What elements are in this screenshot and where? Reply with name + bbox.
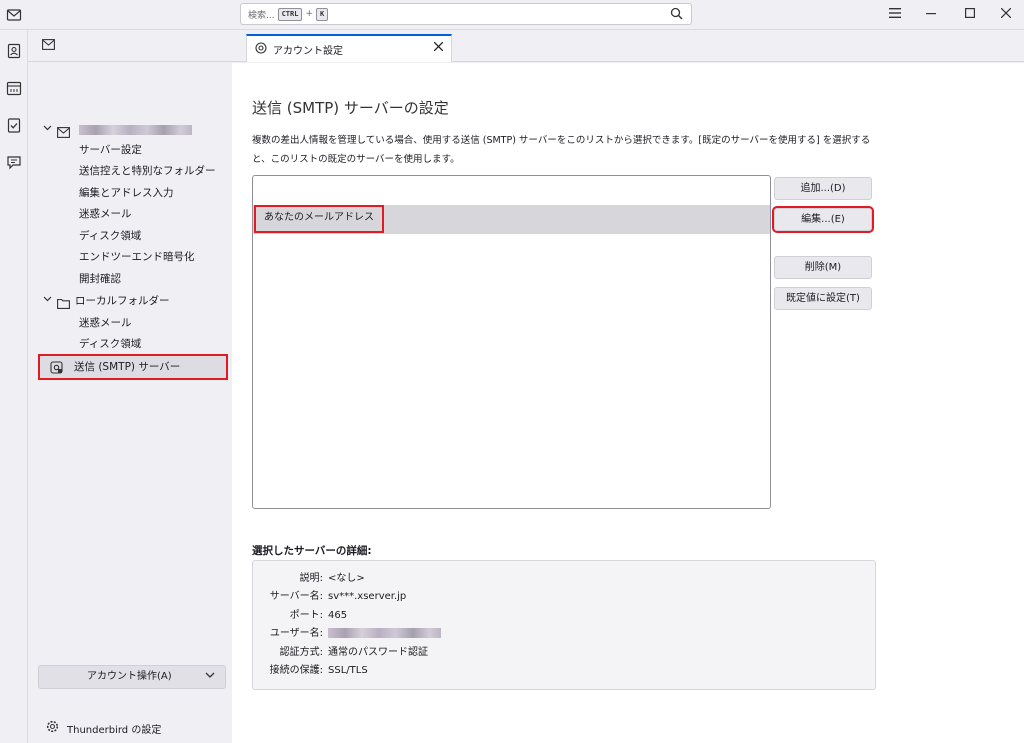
mail-space-icon[interactable] <box>6 7 22 23</box>
server-item-label: あなたのメールアドレス <box>254 205 384 233</box>
server-details-panel: 説明: <なし> サーバー名: sv***.xserver.jp ポート: 46… <box>252 560 876 690</box>
spaces-toolbar <box>0 30 28 743</box>
mail-tab-icon[interactable] <box>42 39 55 53</box>
chat-icon[interactable] <box>6 154 22 170</box>
local-folders-row[interactable]: ローカルフォルダー <box>28 291 232 311</box>
sidebar-item-server-settings[interactable]: サーバー設定 <box>28 140 232 160</box>
detail-label: ユーザー名: <box>269 628 323 639</box>
detail-label: ポート: <box>289 610 323 621</box>
app-menu-icon[interactable] <box>885 5 905 23</box>
shortcut-plus: + <box>305 9 313 19</box>
sidebar-item-return-receipts[interactable]: 開封確認 <box>28 269 232 289</box>
tab-bar: アカウント設定 <box>28 30 1024 62</box>
sidebar-item-composition[interactable]: 編集とアドレス入力 <box>28 183 232 203</box>
details-heading: 選択したサーバーの詳細: <box>252 545 372 557</box>
minimize-icon[interactable] <box>921 5 941 23</box>
account-sidebar: サーバー設定 送信控えと特別なフォルダー 編集とアドレス入力 迷惑メール ディス… <box>28 63 232 743</box>
page-title: 送信 (SMTP) サーバーの設定 <box>252 99 449 117</box>
detail-label: 説明: <box>299 573 323 584</box>
address-book-icon[interactable] <box>6 43 22 59</box>
sidebar-item-copies-folders[interactable]: 送信控えと特別なフォルダー <box>28 161 232 181</box>
close-window-icon[interactable] <box>996 5 1016 23</box>
sidebar-item-local-disk-space[interactable]: ディスク領域 <box>28 334 232 354</box>
username-redacted <box>328 625 441 643</box>
remove-server-button[interactable]: 削除(M) <box>774 256 872 279</box>
shortcut-key-ctrl: CTRL <box>277 7 303 21</box>
add-server-button[interactable]: 追加...(D) <box>774 177 872 200</box>
sidebar-item-e2e-encryption[interactable]: エンドツーエンド暗号化 <box>28 247 232 267</box>
main-panel: 送信 (SMTP) サーバーの設定 複数の差出人情報を管理している場合、使用する… <box>232 63 1024 743</box>
sidebar-item-junk[interactable]: 迷惑メール <box>28 204 232 224</box>
chevron-down-icon[interactable] <box>43 291 52 311</box>
smtp-servers-label: 送信 (SMTP) サーバー <box>74 361 181 373</box>
maximize-icon[interactable] <box>960 5 980 23</box>
account-actions-label: アカウント操作(A) <box>87 671 172 682</box>
list-item[interactable]: あなたのメールアドレス <box>253 205 770 234</box>
sidebar-item-smtp-servers[interactable]: 送信 (SMTP) サーバー <box>38 354 228 380</box>
chevron-down-icon[interactable] <box>43 120 52 140</box>
sidebar-item-disk-space[interactable]: ディスク領域 <box>28 226 232 246</box>
set-default-button[interactable]: 既定値に設定(T) <box>774 287 872 310</box>
tasks-icon[interactable] <box>6 117 22 133</box>
smtp-server-list[interactable]: あなたのメールアドレス <box>252 175 771 509</box>
sidebar-item-local-junk[interactable]: 迷惑メール <box>28 313 232 333</box>
page-description: 複数の差出人情報を管理している場合、使用する送信 (SMTP) サーバーをこのリ… <box>252 135 871 165</box>
outgoing-server-icon <box>50 360 63 382</box>
detail-value: 通常のパスワード認証 <box>328 647 428 658</box>
calendar-icon[interactable] <box>6 80 22 96</box>
tab-account-settings[interactable]: アカウント設定 <box>246 34 452 62</box>
search-icon[interactable] <box>670 7 683 23</box>
account-name-redacted <box>79 125 192 135</box>
detail-label: サーバー名: <box>269 591 323 602</box>
detail-value: SSL/TLS <box>328 665 368 676</box>
account-actions-button[interactable]: アカウント操作(A) <box>38 665 226 689</box>
detail-label: 認証方式: <box>279 647 323 658</box>
edit-server-button[interactable]: 編集...(E) <box>772 206 874 233</box>
detail-label: 接続の保護: <box>269 665 323 676</box>
detail-value: 465 <box>328 610 348 621</box>
local-folders-label: ローカルフォルダー <box>75 295 170 307</box>
detail-value: sv***.xserver.jp <box>328 591 407 602</box>
tab-title: アカウント設定 <box>273 45 343 57</box>
account-tree-row[interactable] <box>28 120 232 140</box>
thunderbird-settings-link[interactable]: Thunderbird の設定 <box>46 720 161 736</box>
shortcut-key-k: K <box>316 7 329 21</box>
settings-label: Thunderbird の設定 <box>67 724 162 736</box>
account-settings-icon <box>255 41 267 57</box>
detail-value: <なし> <box>328 573 365 584</box>
chevron-down-icon <box>205 666 215 688</box>
search-placeholder: 検索... <box>248 10 275 21</box>
tab-close-icon[interactable] <box>433 39 444 55</box>
search-box[interactable]: 検索... CTRL + K <box>240 3 692 25</box>
gear-icon <box>46 720 59 736</box>
title-bar: 検索... CTRL + K <box>0 0 1024 30</box>
